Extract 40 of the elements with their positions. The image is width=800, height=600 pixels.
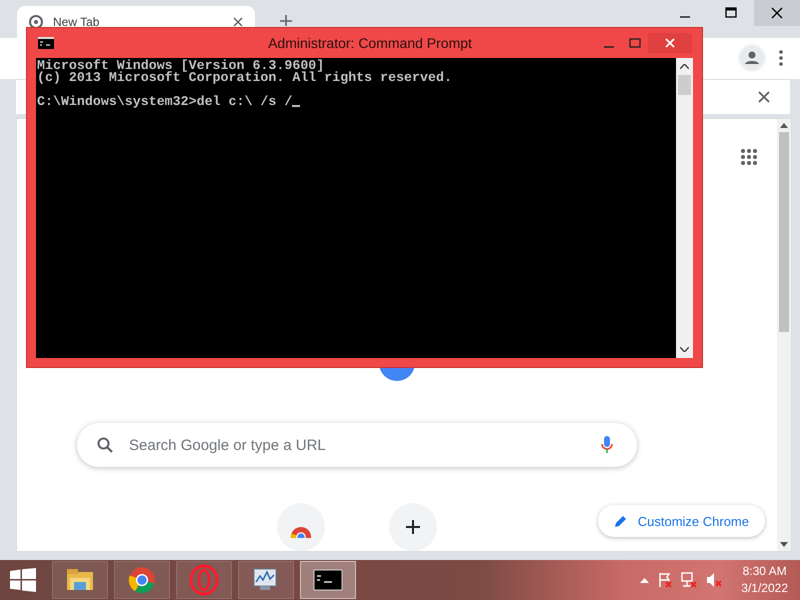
- browser-logo-icon[interactable]: [114, 561, 170, 599]
- close-icon[interactable]: [754, 0, 800, 26]
- console-icon: [38, 37, 54, 49]
- scroll-down-icon[interactable]: [780, 542, 788, 547]
- customize-button[interactable]: Customize Chrome: [598, 505, 765, 537]
- console-line: C:\Windows\system32>del c:\ /s /: [37, 96, 292, 108]
- add-shortcut-button[interactable]: [389, 503, 437, 551]
- menu-icon[interactable]: [778, 50, 784, 66]
- apps-grid-icon[interactable]: [741, 149, 757, 165]
- scroll-thumb[interactable]: [779, 132, 789, 332]
- up-caret-icon[interactable]: [640, 578, 650, 582]
- network-icon[interactable]: [681, 572, 698, 588]
- folder-icon[interactable]: [52, 561, 108, 599]
- console-line: Microsoft Windows [Version 6.3.9600]: [37, 60, 324, 72]
- speaker-muted-icon[interactable]: [706, 572, 722, 588]
- pencil-icon: [614, 514, 628, 528]
- microphone-icon[interactable]: [601, 436, 613, 454]
- console-icon[interactable]: [300, 561, 356, 599]
- scroll-up-icon[interactable]: [780, 123, 788, 128]
- close-icon[interactable]: [758, 90, 770, 103]
- window-title: Administrator: Command Prompt: [267, 35, 473, 51]
- globe-icon: [29, 15, 43, 30]
- close-icon[interactable]: [233, 17, 243, 28]
- scrollbar[interactable]: [777, 119, 791, 551]
- scroll-up-icon[interactable]: [680, 64, 689, 69]
- console-line: (c) 2013 Microsoft Corporation. All rights reserved.: [37, 72, 452, 84]
- clock-time[interactable]: 8:30 AM: [742, 563, 787, 580]
- profile-icon[interactable]: [738, 44, 766, 72]
- scroll-down-icon[interactable]: [680, 347, 689, 352]
- browser-logo-icon: [290, 526, 312, 538]
- scrollbar[interactable]: [676, 58, 693, 358]
- search-icon: [97, 437, 113, 453]
- search-input[interactable]: Search Google or type a URL: [127, 436, 587, 454]
- chart-monitor-icon[interactable]: [238, 561, 294, 599]
- shortcut-tile[interactable]: [277, 503, 325, 551]
- clock-date[interactable]: 3/1/2022: [741, 580, 788, 597]
- scroll-thumb[interactable]: [678, 75, 691, 95]
- plus-icon[interactable]: [279, 14, 293, 26]
- plus-icon: [406, 520, 420, 534]
- flag-icon[interactable]: [658, 572, 672, 588]
